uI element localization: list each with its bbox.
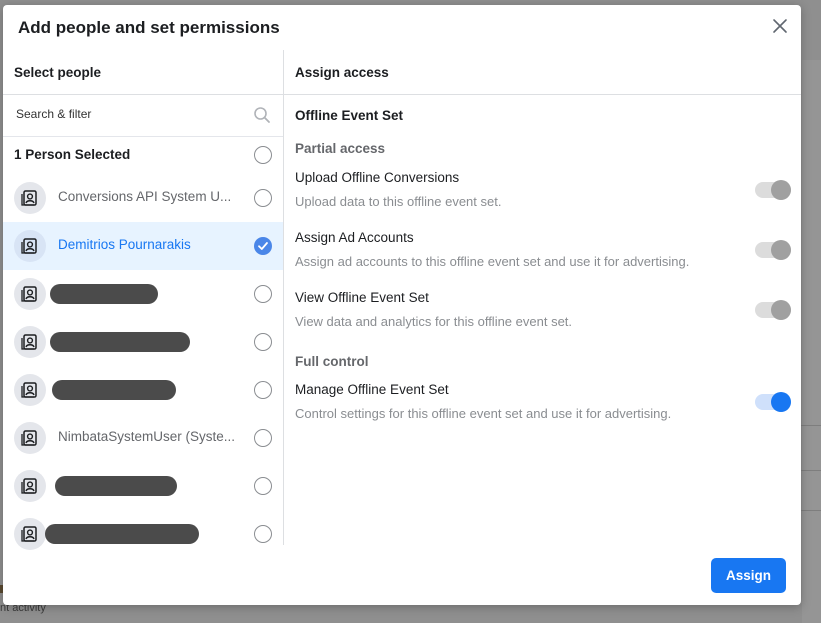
avatar <box>14 470 46 502</box>
partial-access-label: Partial access <box>295 141 386 156</box>
redaction-mark <box>52 380 176 400</box>
select-all-radio[interactable] <box>254 146 272 164</box>
avatar <box>14 326 46 358</box>
person-row[interactable] <box>3 462 283 510</box>
person-icon <box>21 526 37 542</box>
redaction-mark <box>55 476 177 496</box>
upload-offline-conversions-toggle[interactable] <box>755 180 791 200</box>
toggle-knob <box>771 392 791 412</box>
person-radio[interactable] <box>254 477 272 495</box>
full-control-label: Full control <box>295 354 369 369</box>
person-radio[interactable] <box>254 381 272 399</box>
person-radio[interactable] <box>254 333 272 351</box>
person-radio-checked[interactable] <box>254 237 272 255</box>
person-row[interactable] <box>3 270 283 318</box>
permission-description: Upload data to this offline event set. <box>295 194 502 209</box>
redaction-mark <box>50 332 190 352</box>
person-radio[interactable] <box>254 189 272 207</box>
person-row[interactable]: Demitrios Pournarakis <box>3 222 283 270</box>
selected-count-label: 1 Person Selected <box>14 147 131 162</box>
dialog-footer: Assign <box>3 545 801 605</box>
permission-description: Assign ad accounts to this offline event… <box>295 254 690 269</box>
people-list: Conversions API System U... Demitrios Pou… <box>3 174 283 558</box>
permissions-dialog: Add people and set permissions Select pe… <box>3 5 801 605</box>
person-row[interactable] <box>3 366 283 414</box>
person-row[interactable]: NimbataSystemUser (Syste... <box>3 414 283 462</box>
person-icon <box>21 190 37 206</box>
selected-count-row: 1 Person Selected <box>3 137 283 174</box>
search-input[interactable] <box>14 106 248 122</box>
person-icon <box>21 430 37 446</box>
person-radio[interactable] <box>254 285 272 303</box>
background-right-strip <box>802 60 821 623</box>
permission-description: View data and analytics for this offline… <box>295 314 573 329</box>
permission-description: Control settings for this offline event … <box>295 406 672 421</box>
person-icon <box>21 382 37 398</box>
permission-title: View Offline Event Set <box>295 290 429 305</box>
asset-type-title: Offline Event Set <box>295 108 404 123</box>
person-row[interactable] <box>3 318 283 366</box>
avatar <box>14 230 46 262</box>
background-divider <box>800 470 821 471</box>
person-name: Demitrios Pournarakis <box>58 237 191 252</box>
person-icon <box>21 238 37 254</box>
avatar <box>14 278 46 310</box>
person-row[interactable]: Conversions API System U... <box>3 174 283 222</box>
permission-title: Assign Ad Accounts <box>295 230 414 245</box>
person-icon <box>21 334 37 350</box>
toggle-knob <box>771 240 791 260</box>
redaction-mark <box>45 524 199 544</box>
person-name: Conversions API System U... <box>58 189 232 204</box>
search-icon[interactable] <box>253 106 271 124</box>
person-radio[interactable] <box>254 525 272 543</box>
assign-button[interactable]: Assign <box>711 558 786 593</box>
close-button[interactable] <box>771 17 789 35</box>
assign-access-panel: Assign access Offline Event Set Partial … <box>284 50 801 545</box>
redaction-mark <box>50 284 158 304</box>
search-bar <box>3 95 283 137</box>
dialog-title: Add people and set permissions <box>18 18 280 37</box>
permission-title: Upload Offline Conversions <box>295 170 460 185</box>
toggle-knob <box>771 180 791 200</box>
select-people-panel: Select people 1 Person Selected Conversi… <box>3 50 284 550</box>
avatar <box>14 374 46 406</box>
checkmark-icon <box>258 242 268 250</box>
avatar <box>14 182 46 214</box>
background-divider <box>800 425 821 426</box>
avatar <box>14 422 46 454</box>
person-radio[interactable] <box>254 429 272 447</box>
background-divider <box>800 510 821 511</box>
close-icon <box>773 19 787 33</box>
person-name: NimbataSystemUser (Syste... <box>58 429 236 444</box>
person-icon <box>21 286 37 302</box>
assign-access-header: Assign access <box>284 50 801 95</box>
toggle-knob <box>771 300 791 320</box>
person-icon <box>21 478 37 494</box>
select-people-header: Select people <box>3 50 283 95</box>
assign-ad-accounts-toggle[interactable] <box>755 240 791 260</box>
view-offline-event-set-toggle[interactable] <box>755 300 791 320</box>
manage-offline-event-set-toggle[interactable] <box>755 392 791 412</box>
permission-title: Manage Offline Event Set <box>295 382 449 397</box>
